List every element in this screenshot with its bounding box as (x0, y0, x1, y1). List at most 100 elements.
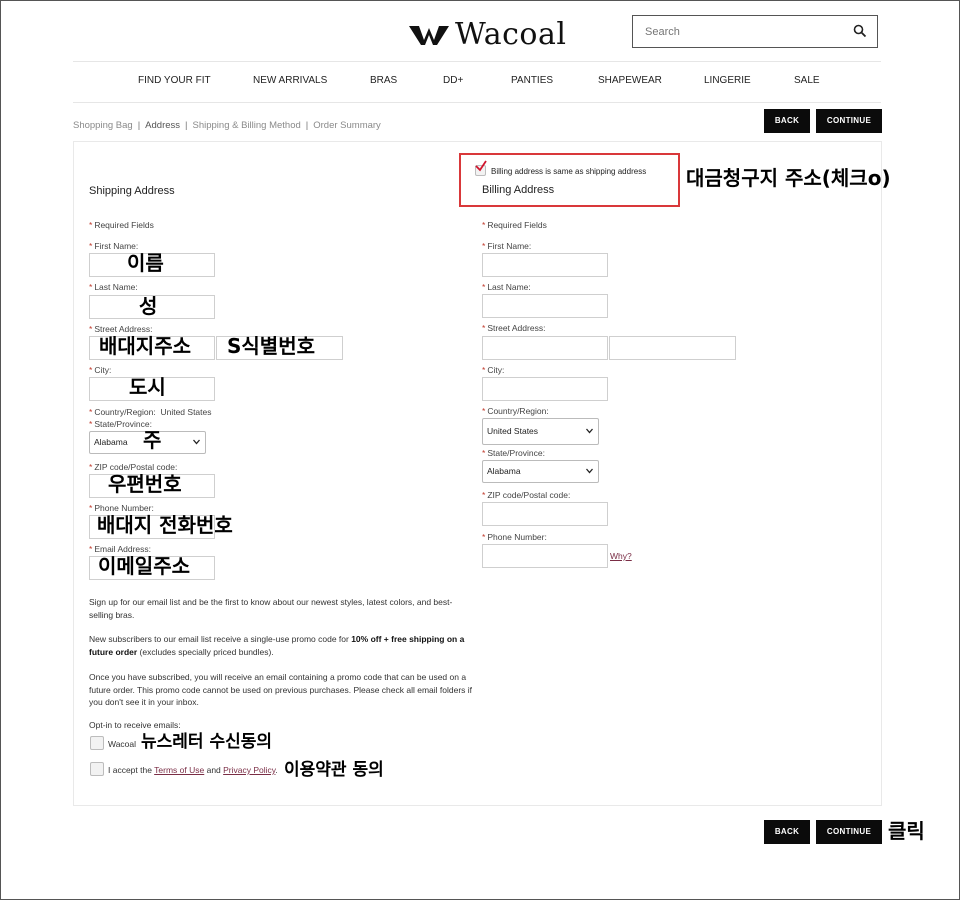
chevron-down-icon (193, 439, 200, 445)
billing-phone-field[interactable] (482, 544, 608, 568)
required-mark: * (89, 220, 93, 230)
billing-city-input[interactable] (483, 378, 607, 400)
label-text: Phone Number: (94, 503, 154, 513)
terms-accept-label: I accept the Terms of Use and Privacy Po… (108, 765, 278, 775)
shipping-address-title: Shipping Address (89, 185, 175, 197)
annotation-city: 도시 (129, 375, 166, 399)
billing-first-name-input[interactable] (483, 254, 607, 276)
nav-item-shapewear[interactable]: SHAPEWEAR (598, 75, 662, 86)
required-mark: * (89, 503, 93, 513)
nav-item-lingerie[interactable]: LINGERIE (704, 75, 751, 86)
billing-phone-input[interactable] (483, 545, 607, 567)
label-text: First Name: (94, 241, 139, 251)
billing-street-input[interactable] (483, 337, 607, 359)
annotation-last-name: 성 (139, 294, 158, 318)
back-button-top[interactable]: BACK (764, 109, 810, 133)
billing-state-value: Alabama (487, 466, 521, 476)
label-text: Last Name: (487, 282, 531, 292)
billing-country-label: * Country/Region: (482, 406, 549, 416)
period-text: . (275, 765, 278, 775)
shipping-country-row: * Country/Region: United States (89, 407, 212, 417)
breadcrumb-separator: | (185, 120, 188, 131)
search-icon[interactable] (853, 24, 867, 38)
breadcrumb-separator: | (305, 120, 309, 131)
breadcrumb-shopping-bag[interactable]: Shopping Bag (73, 120, 133, 131)
annotation-newsletter: 뉴스레터 수신동의 (141, 732, 273, 752)
billing-country-value: United States (487, 426, 539, 436)
shipping-street-label: * Street Address: (89, 324, 152, 334)
billing-state-select[interactable]: Alabama (482, 460, 599, 483)
signup-paragraph-3: Once you have subscribed, you will recei… (89, 672, 473, 707)
nav-item-new-arrivals[interactable]: NEW ARRIVALS (253, 75, 327, 86)
breadcrumb-address: Address (145, 120, 181, 131)
wacoal-optin-checkbox[interactable] (90, 736, 104, 750)
optin-label: Opt-in to receive emails: (89, 720, 181, 730)
breadcrumb-order-summary: Order Summary (313, 120, 381, 131)
annotation-billing: 대금청구지 주소(체크o) (686, 166, 891, 190)
billing-same-label: Billing address is same as shipping addr… (491, 167, 647, 176)
required-mark: * (89, 407, 93, 417)
required-mark: * (482, 448, 486, 458)
billing-street2-field[interactable] (609, 336, 736, 360)
terms-of-use-link[interactable]: Terms of Use (154, 765, 204, 775)
billing-street-field[interactable] (482, 336, 608, 360)
billing-last-name-label: * Last Name: (482, 282, 531, 292)
required-mark: * (482, 241, 486, 251)
billing-required-note: * Required Fields (482, 220, 547, 230)
nav-item-bras[interactable]: BRAS (370, 75, 397, 86)
shipping-city-label: * City: (89, 365, 111, 375)
nav-item-find-your-fit[interactable]: FIND YOUR FIT (138, 75, 211, 86)
privacy-policy-link[interactable]: Privacy Policy (223, 765, 275, 775)
billing-phone-label: * Phone Number: (482, 532, 547, 542)
wacoal-optin-label: Wacoal (108, 739, 137, 749)
shipping-first-name-label: * First Name: (89, 241, 138, 251)
header-divider-bottom (73, 102, 881, 103)
billing-first-name-field[interactable] (482, 253, 608, 277)
billing-last-name-field[interactable] (482, 294, 608, 318)
shipping-email-label: * Email Address: (89, 544, 151, 554)
required-mark: * (89, 241, 93, 251)
billing-zip-field[interactable] (482, 502, 608, 526)
billing-street-label: * Street Address: (482, 323, 545, 333)
annotation-street2: S식별번호 (227, 334, 316, 358)
shipping-required-note: * Required Fields (89, 220, 154, 230)
nav-item-sale[interactable]: SALE (794, 75, 820, 86)
nav-item-panties[interactable]: PANTIES (511, 75, 553, 86)
required-mark: * (482, 220, 486, 230)
shipping-zip-label: * ZIP code/Postal code: (89, 462, 177, 472)
billing-highlight-box (459, 153, 680, 207)
label-text: ZIP code/Postal code: (487, 490, 571, 500)
label-text: Street Address: (487, 323, 546, 333)
billing-address-title: Billing Address (482, 184, 555, 196)
billing-last-name-input[interactable] (483, 295, 607, 317)
label-text: ZIP code/Postal code: (94, 462, 178, 472)
billing-zip-label: * ZIP code/Postal code: (482, 490, 570, 500)
annotation-terms: 이용약관 동의 (284, 760, 384, 780)
label-text: Street Address: (94, 324, 153, 334)
billing-first-name-label: * First Name: (482, 241, 531, 251)
nav-item-dd-plus[interactable]: DD+ (443, 75, 463, 86)
back-button-bottom[interactable]: BACK (764, 820, 810, 844)
shipping-country-value: United States (160, 407, 212, 417)
search-box[interactable] (632, 15, 878, 48)
wacoal-logo-icon (409, 25, 449, 45)
annotation-email: 이메일주소 (98, 554, 190, 578)
label-text: Last Name: (94, 282, 138, 292)
terms-accept-checkbox[interactable] (90, 762, 104, 776)
continue-button-bottom[interactable]: CONTINUE (816, 820, 882, 844)
label-text: First Name: (487, 241, 532, 251)
billing-country-select[interactable]: United States (482, 418, 599, 445)
billing-city-field[interactable] (482, 377, 608, 401)
wacoal-logo[interactable]: Wacoal (409, 17, 566, 52)
label-text: Email Address: (94, 544, 152, 554)
checkmark-icon (475, 160, 487, 172)
billing-zip-input[interactable] (483, 503, 607, 525)
billing-state-label: * State/Province: (482, 448, 545, 458)
required-mark: * (89, 419, 93, 429)
continue-button-top[interactable]: CONTINUE (816, 109, 882, 133)
annotation-state: 주 (143, 428, 162, 452)
required-mark: * (482, 323, 486, 333)
search-input[interactable] (633, 16, 833, 47)
billing-street2-input[interactable] (610, 337, 735, 359)
why-link[interactable]: Why? (610, 551, 632, 561)
